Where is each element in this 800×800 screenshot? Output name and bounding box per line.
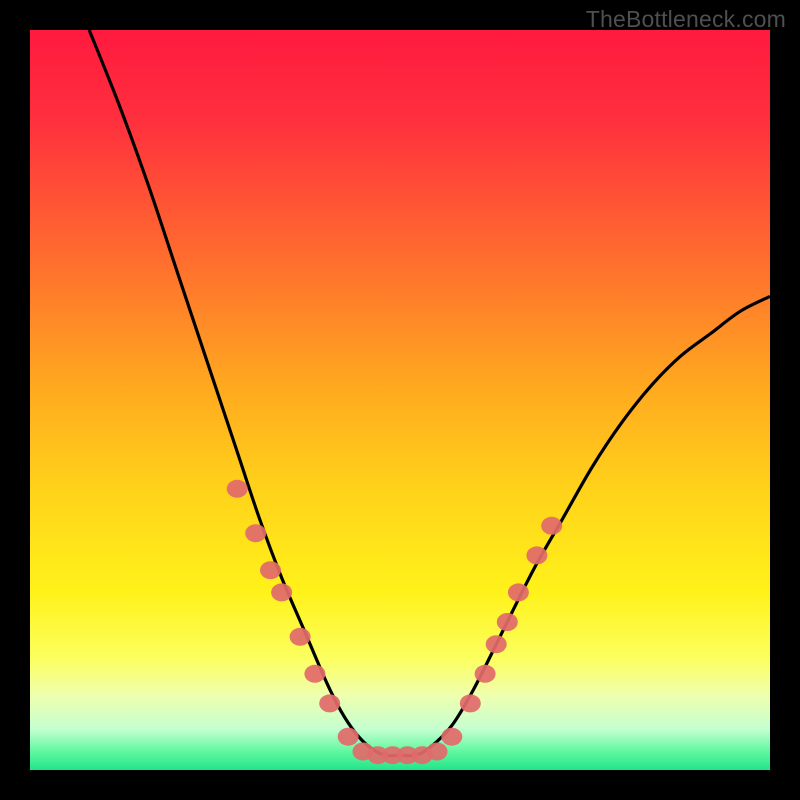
highlight-dot — [460, 694, 481, 712]
highlight-dot — [497, 613, 518, 631]
highlight-dot — [475, 665, 496, 683]
highlight-dot — [290, 628, 311, 646]
plot-area — [30, 30, 770, 770]
highlight-dot — [541, 517, 562, 535]
highlight-dot — [508, 583, 529, 601]
highlight-dot — [338, 728, 359, 746]
highlight-dot — [304, 665, 325, 683]
highlight-dot — [427, 743, 448, 761]
chart-frame: TheBottleneck.com — [0, 0, 800, 800]
highlight-dot — [227, 480, 248, 498]
highlight-dot — [441, 728, 462, 746]
highlight-dot — [271, 583, 292, 601]
bottleneck-curve — [89, 30, 770, 756]
highlight-dot — [260, 561, 281, 579]
highlight-dot — [245, 524, 266, 542]
highlight-dots — [227, 480, 563, 764]
highlight-dot — [526, 546, 547, 564]
highlight-dot — [486, 635, 507, 653]
highlight-dot — [319, 694, 340, 712]
curve-layer — [30, 30, 770, 770]
watermark-text: TheBottleneck.com — [586, 6, 786, 33]
